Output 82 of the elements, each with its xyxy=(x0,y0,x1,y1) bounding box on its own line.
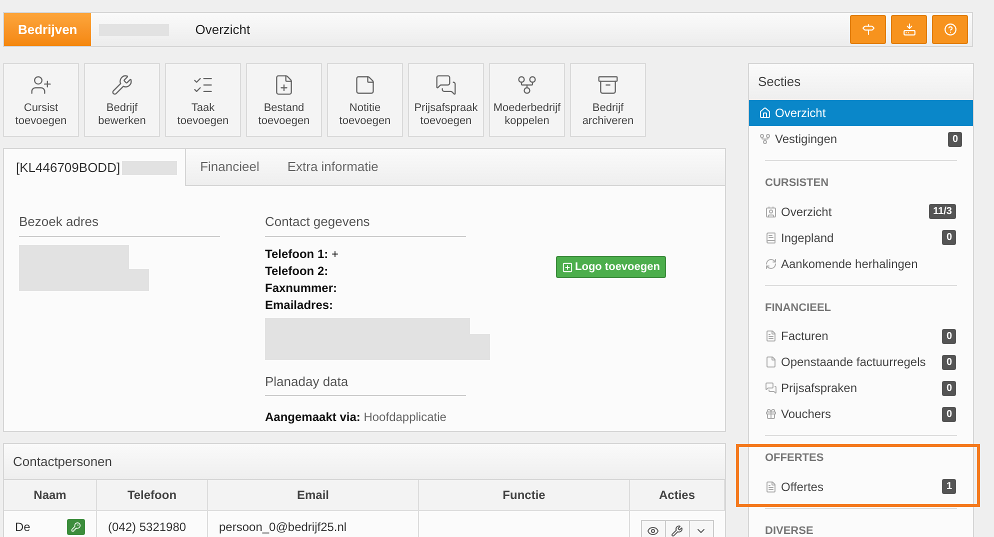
login-key-button[interactable] xyxy=(67,519,85,535)
branch-icon xyxy=(516,74,538,96)
signpost-button[interactable] xyxy=(850,15,886,44)
sidebar-item[interactable]: Overzicht xyxy=(749,100,973,126)
home-icon xyxy=(759,107,771,119)
help-button[interactable] xyxy=(932,15,968,44)
help-icon xyxy=(944,23,956,36)
document-icon xyxy=(765,480,777,492)
column-header: Telefoon xyxy=(97,480,208,511)
user-plus-icon xyxy=(30,74,52,96)
section-heading: Bezoek adres xyxy=(19,212,220,236)
section-heading: Contact gegevens xyxy=(265,212,466,236)
table-cell-text: De xyxy=(15,519,30,536)
contact-field: Faxnummer: xyxy=(265,280,466,296)
wrench-icon xyxy=(671,525,683,537)
count-badge: 0 xyxy=(942,380,956,396)
toolbar-button[interactable]: Prijsafspraak toevoegen xyxy=(408,63,484,137)
gift-icon xyxy=(765,408,777,420)
plus-icon xyxy=(562,262,573,272)
key-icon xyxy=(71,522,81,532)
archive-icon xyxy=(597,74,619,96)
column-header: Email xyxy=(208,480,419,511)
toolbar-button[interactable]: Bedrijf bewerken xyxy=(84,63,160,137)
table-cell-text: persoon_0@bedrijf25.nl xyxy=(219,519,347,536)
book-icon xyxy=(765,232,777,244)
count-badge: 0 xyxy=(942,406,956,422)
contact-field: Telefoon 2: xyxy=(265,262,466,280)
download-icon xyxy=(902,23,916,36)
toolbar-button[interactable]: Notitie toevoegen xyxy=(327,63,403,137)
toolbar-button[interactable]: Taak toevoegen xyxy=(165,63,241,137)
section-heading: Planaday data xyxy=(265,372,466,396)
contact-field: Telefoon 1: + xyxy=(265,246,466,262)
sidebar-item[interactable]: Offertes 1 xyxy=(765,474,957,500)
eye-icon xyxy=(647,525,659,537)
toolbar-button[interactable]: Bestand toevoegen xyxy=(246,63,322,137)
count-badge: 0 xyxy=(942,354,956,370)
view-button[interactable] xyxy=(640,520,666,537)
sidebar-item[interactable]: Vouchers 0 xyxy=(765,401,957,427)
chat-bubbles-icon xyxy=(435,74,457,96)
section-heading: OFFERTES xyxy=(765,451,825,466)
tab[interactable]: Financieel xyxy=(186,149,274,185)
tab[interactable]: Extra informatie xyxy=(273,149,392,185)
chat-bubbles-icon xyxy=(765,382,777,394)
count-badge: 1 xyxy=(942,479,956,494)
breadcrumb-item[interactable]: Overzicht xyxy=(181,13,264,46)
sidebar-item[interactable]: Facturen 0 xyxy=(765,323,957,349)
sidebar-item[interactable]: Prijsafspraken 0 xyxy=(765,375,957,401)
contact-field: Emailadres: xyxy=(265,296,466,314)
column-header: Naam xyxy=(4,480,97,511)
toolbar-button[interactable]: Moederbedrijf koppelen xyxy=(489,63,565,137)
signpost-icon xyxy=(862,23,874,36)
download-button[interactable] xyxy=(891,15,927,44)
file-plus-icon xyxy=(273,74,295,96)
contact-card-icon xyxy=(765,206,777,218)
tab[interactable]: [KL446709BODD] xyxy=(4,149,186,186)
column-header: Functie xyxy=(419,480,630,511)
sidebar-item[interactable]: Aankomende herhalingen xyxy=(765,250,957,276)
sidebar-item[interactable]: Overzicht 11/3 xyxy=(765,198,957,224)
wrench-icon xyxy=(111,74,133,96)
count-badge: 0 xyxy=(942,230,956,245)
count-badge: 0 xyxy=(942,328,956,344)
sidebar-item[interactable]: Vestigingen 0 xyxy=(749,126,973,152)
section-heading: CURSISTEN xyxy=(765,176,830,191)
toolbar-button[interactable]: Bedrijf archiveren xyxy=(570,63,646,137)
redacted-block xyxy=(122,160,178,174)
note-icon xyxy=(354,74,376,96)
document-icon xyxy=(765,330,777,342)
dropdown-button[interactable] xyxy=(688,520,714,537)
created-via-text: Aangemaakt via: Hoofdapplicatie xyxy=(265,409,448,426)
section-heading: FINANCIEEL xyxy=(765,300,832,316)
column-header: Acties xyxy=(630,480,725,511)
refresh-icon xyxy=(765,258,777,270)
file-icon xyxy=(765,356,777,368)
edit-button[interactable] xyxy=(664,520,690,537)
sidebar-item[interactable]: Openstaande factuurregels 0 xyxy=(765,349,957,375)
toolbar-button[interactable]: Cursist toevoegen xyxy=(3,63,79,137)
section-heading: DIVERSE xyxy=(765,524,814,537)
sidebar-item[interactable]: Ingepland 0 xyxy=(765,224,957,250)
branch-icon xyxy=(759,133,771,145)
table-cell-text: (042) 5321980 xyxy=(108,519,186,536)
count-badge: 11/3 xyxy=(929,204,956,219)
count-badge: 0 xyxy=(948,132,962,146)
